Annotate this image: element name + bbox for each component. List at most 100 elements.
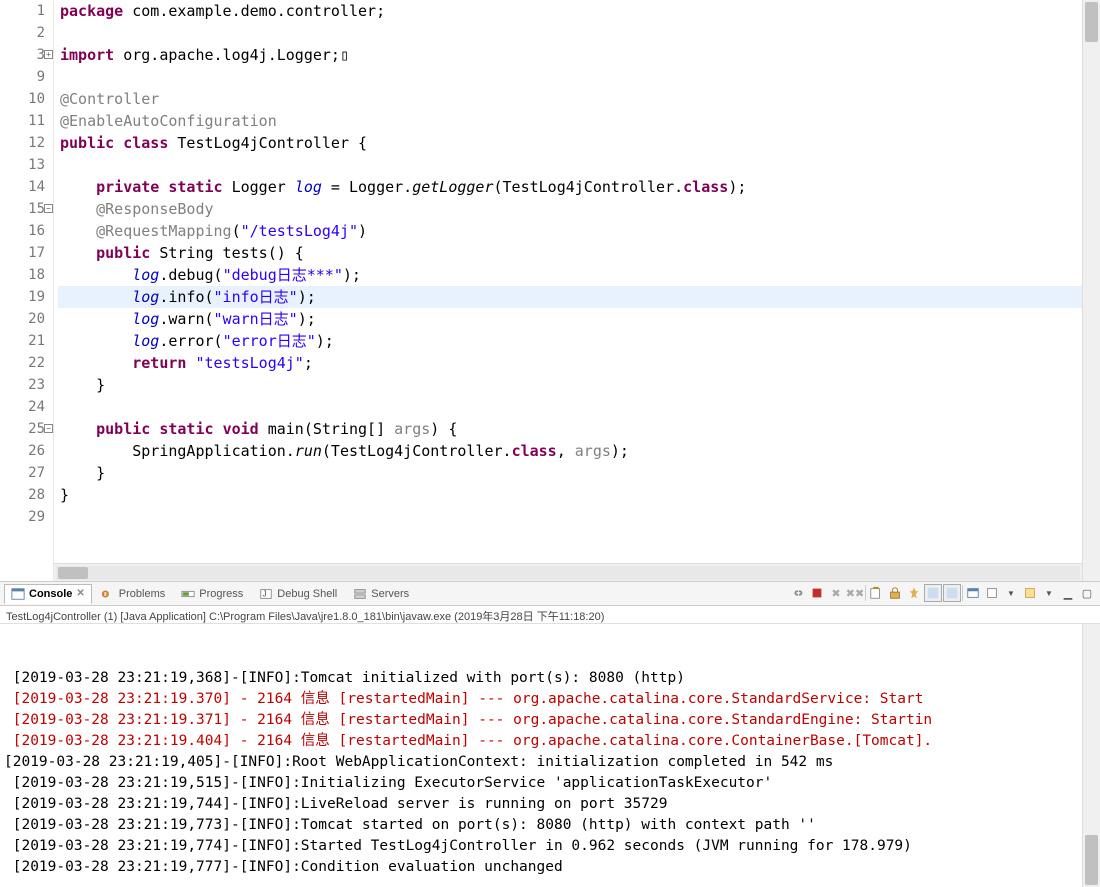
line-number: 20 (0, 308, 45, 330)
code-line[interactable]: import org.apache.log4j.Logger;▯ (58, 44, 1082, 66)
code-line[interactable] (58, 66, 1082, 88)
minimize-view-button[interactable]: ▁ (1059, 584, 1077, 602)
tab-servers-label: Servers (371, 588, 409, 600)
tab-progress[interactable]: Progress (174, 584, 250, 604)
pin-console-button[interactable] (905, 584, 923, 602)
tab-console[interactable]: Console ✕ (4, 584, 92, 604)
tab-console-label: Console (29, 588, 72, 600)
line-number: 29 (0, 506, 45, 528)
code-line[interactable]: @EnableAutoConfiguration (58, 110, 1082, 132)
code-line[interactable]: package com.example.demo.controller; (58, 0, 1082, 22)
tab-debug-shell-label: Debug Shell (277, 588, 337, 600)
console-toolbar: ✖ ✖✖ ▼ ▼ ▁ ▢ (789, 584, 1096, 602)
line-number: 27 (0, 462, 45, 484)
debug-shell-icon: J (259, 587, 273, 601)
code-line[interactable] (58, 154, 1082, 176)
line-number: 23 (0, 374, 45, 396)
show-console-on-err-button[interactable] (943, 584, 961, 602)
tab-servers[interactable]: Servers (346, 584, 416, 604)
dropdown-icon[interactable]: ▼ (1002, 584, 1020, 602)
clear-console-button[interactable] (867, 584, 885, 602)
views-tabbar: Console ✕ Problems Progress J Debug Shel… (0, 582, 1100, 606)
remove-launch-button[interactable]: ✖ (827, 584, 845, 602)
line-number: 11 (0, 110, 45, 132)
line-number: 18 (0, 264, 45, 286)
console-line: [2019-03-28 23:21:19.404] - 2164 信息 [res… (4, 731, 1096, 752)
code-line[interactable]: @Controller (58, 88, 1082, 110)
fold-toggle-icon[interactable]: − (44, 204, 53, 213)
line-number: 12 (0, 132, 45, 154)
line-number: 19 (0, 286, 45, 308)
console-line: [2019-03-28 23:21:19,368]-[INFO]:Tomcat … (4, 668, 1096, 689)
line-number: 15− (0, 198, 45, 220)
display-selected-console-button[interactable] (983, 584, 1001, 602)
maximize-view-button[interactable]: ▢ (1078, 584, 1096, 602)
code-line[interactable]: private static Logger log = Logger.getLo… (58, 176, 1082, 198)
tab-progress-label: Progress (199, 588, 243, 600)
editor-vertical-scrollbar[interactable] (1082, 0, 1100, 581)
code-editor[interactable]: package com.example.demo.controller; imp… (54, 0, 1082, 563)
terminate-button[interactable] (808, 584, 826, 602)
link-icon[interactable] (789, 584, 807, 602)
console-line: [2019-03-28 23:21:19,777]-[INFO]:Conditi… (4, 857, 1096, 878)
code-line[interactable]: return "testsLog4j"; (58, 352, 1082, 374)
line-number: 25− (0, 418, 45, 440)
launch-description: TestLog4jController (1) [Java Applicatio… (0, 606, 1100, 624)
console-icon (11, 587, 25, 601)
code-line[interactable]: } (58, 484, 1082, 506)
dropdown-icon-2[interactable]: ▼ (1040, 584, 1058, 602)
problems-icon (101, 587, 115, 601)
code-line[interactable]: @RequestMapping("/testsLog4j") (58, 220, 1082, 242)
remove-all-button[interactable]: ✖✖ (846, 584, 864, 602)
tab-debug-shell[interactable]: J Debug Shell (252, 584, 344, 604)
line-number: 17 (0, 242, 45, 264)
close-icon[interactable]: ✕ (76, 588, 84, 599)
servers-icon (353, 587, 367, 601)
console-vertical-scrollbar[interactable] (1082, 624, 1100, 887)
line-number: 1 (0, 0, 45, 22)
tab-problems[interactable]: Problems (94, 584, 172, 604)
fold-toggle-icon[interactable]: − (44, 424, 53, 433)
console-line: [2019-03-28 23:21:19,515]-[INFO]:Initial… (4, 773, 1096, 794)
console-line: [2019-03-28 23:21:19,744]-[INFO]:LiveRel… (4, 794, 1096, 815)
show-console-on-out-button[interactable] (924, 584, 942, 602)
bottom-panel: Console ✕ Problems Progress J Debug Shel… (0, 582, 1100, 887)
scroll-lock-button[interactable] (886, 584, 904, 602)
code-line[interactable]: SpringApplication.run(TestLog4jControlle… (58, 440, 1082, 462)
line-number-gutter: 123+9101112131415−16171819202122232425−2… (0, 0, 54, 581)
code-line[interactable]: log.warn("warn日志"); (58, 308, 1082, 330)
code-line[interactable]: log.info("info日志"); (58, 286, 1082, 308)
code-line[interactable] (58, 396, 1082, 418)
code-line[interactable]: public String tests() { (58, 242, 1082, 264)
tab-problems-label: Problems (119, 588, 165, 600)
code-line[interactable]: } (58, 374, 1082, 396)
console-output[interactable]: [2019-03-28 23:21:19,368]-[INFO]:Tomcat … (0, 624, 1100, 887)
code-line[interactable] (58, 22, 1082, 44)
line-number: 16 (0, 220, 45, 242)
editor-area: 123+9101112131415−16171819202122232425−2… (0, 0, 1100, 582)
code-line[interactable]: public class TestLog4jController { (58, 132, 1082, 154)
code-line[interactable]: log.debug("debug日志***"); (58, 264, 1082, 286)
code-line[interactable] (58, 506, 1082, 528)
line-number: 9 (0, 66, 45, 88)
line-number: 21 (0, 330, 45, 352)
line-number: 3+ (0, 44, 45, 66)
line-number: 13 (0, 154, 45, 176)
fold-toggle-icon[interactable]: + (44, 50, 53, 59)
line-number: 26 (0, 440, 45, 462)
editor-horizontal-scrollbar[interactable] (54, 563, 1082, 581)
code-line[interactable]: public static void main(String[] args) { (58, 418, 1082, 440)
code-line[interactable]: @ResponseBody (58, 198, 1082, 220)
code-line[interactable]: } (58, 462, 1082, 484)
console-line: [2019-03-28 23:21:19,773]-[INFO]:Tomcat … (4, 815, 1096, 836)
new-view-button[interactable] (1021, 584, 1039, 602)
line-number: 24 (0, 396, 45, 418)
console-line: [2019-03-28 23:21:19.371] - 2164 信息 [res… (4, 710, 1096, 731)
line-number: 14 (0, 176, 45, 198)
line-number: 22 (0, 352, 45, 374)
svg-text:J: J (263, 589, 267, 598)
code-line[interactable]: log.error("error日志"); (58, 330, 1082, 352)
console-line: [2019-03-28 23:21:19,405]-[INFO]:Root We… (4, 752, 1096, 773)
progress-icon (181, 587, 195, 601)
open-console-button[interactable] (964, 584, 982, 602)
